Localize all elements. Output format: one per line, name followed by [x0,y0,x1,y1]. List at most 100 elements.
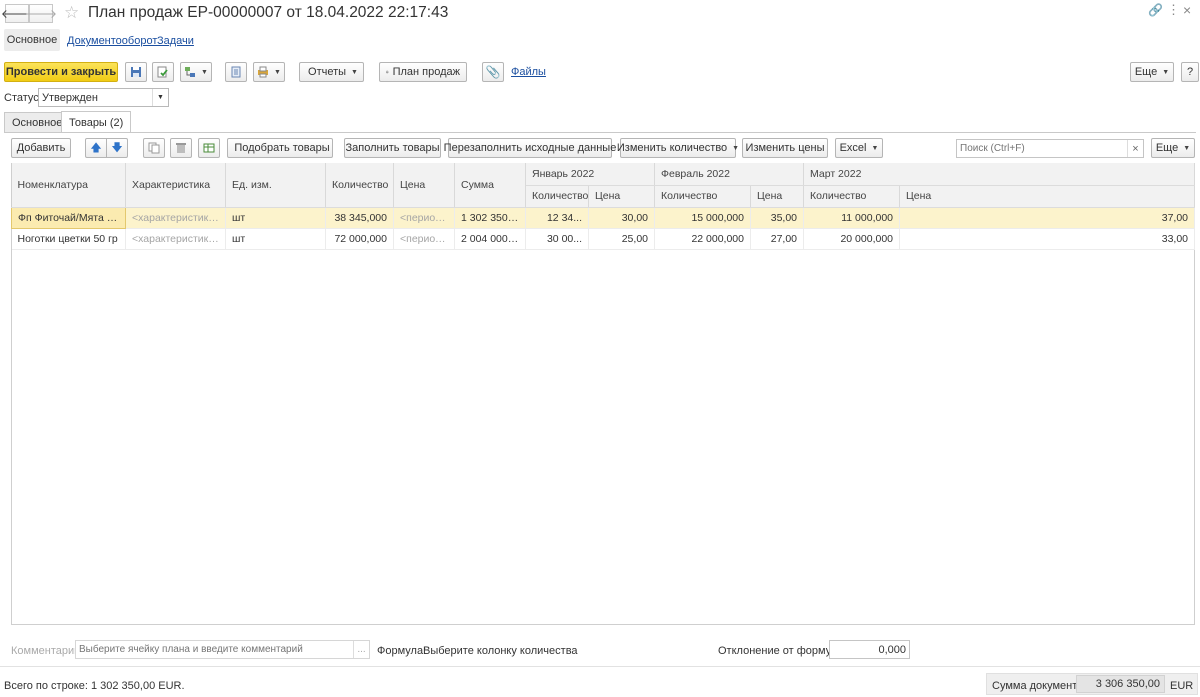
comment-label: Комментарий: [11,645,84,657]
comment-select-button[interactable]: ... [353,641,369,658]
excel-label: Excel [839,142,867,154]
col-header-february[interactable]: Февраль 2022 [654,163,805,186]
cell-feb-qty[interactable]: 15 000,000 [654,207,751,229]
search-clear-icon[interactable]: × [1127,140,1143,157]
move-up-button[interactable]: 🡅 [85,138,107,158]
change-prices-button[interactable]: Изменить цены [742,138,828,158]
save-button[interactable] [125,62,147,82]
cell-unit[interactable]: шт [225,228,326,250]
fill-goods-button[interactable]: Заполнить товары [344,138,441,158]
cell-feb-price[interactable]: 27,00 [750,228,805,250]
cell-nomenclature[interactable]: Фп Фиточай/Мята (Ф... [11,206,126,229]
files-link[interactable]: Файлы [511,66,546,78]
subtab-goods[interactable]: Товары (2) [61,111,132,133]
delete-row-button[interactable] [170,138,192,158]
cell-price[interactable]: <период... [393,228,455,250]
col-header-march[interactable]: Март 2022 [803,163,1196,186]
list-button[interactable] [225,62,247,82]
forward-button[interactable]: 🡒 [25,4,57,23]
col-header-january[interactable]: Январь 2022 [525,163,655,186]
tab-main[interactable]: Основное [4,29,60,51]
col-header-mar-qty[interactable]: Количество [803,185,901,208]
comment-input[interactable]: ... [75,640,370,659]
cell-characteristic[interactable]: <характеристики ... [125,207,226,229]
cell-mar-price[interactable]: 37,00 [899,207,1196,229]
attach-button[interactable]: 📎 [482,62,504,82]
col-header-characteristic[interactable]: Характеристика [125,163,226,208]
pick-goods-button[interactable]: Подобрать товары [227,138,333,158]
search-field[interactable] [957,140,1125,157]
cell-nomenclature[interactable]: Ноготки цветки 50 гр [11,228,126,250]
table-row[interactable]: Ноготки цветки 50 гр <характеристики ...… [11,228,1196,250]
structure-button[interactable]: ▼ [180,62,212,82]
cell-quantity[interactable]: 38 345,000 [325,207,394,229]
col-header-mar-price[interactable]: Цена [899,185,1196,208]
formula-value: Выберите колонку количества [423,645,578,657]
excel-button[interactable]: Excel ▼ [835,138,883,158]
col-header-sum[interactable]: Сумма [454,163,526,208]
reports-button[interactable]: Отчеты ▼ [299,62,364,82]
post-and-close-button[interactable]: Провести и закрыть [4,62,118,82]
cell-mar-qty[interactable]: 20 000,000 [803,228,901,250]
col-header-quantity[interactable]: Количество [325,163,394,208]
col-header-feb-price[interactable]: Цена [750,185,805,208]
table-more-button[interactable]: Еще ▼ [1151,138,1195,158]
favorite-star[interactable]: ☆ [64,3,79,23]
col-header-feb-qty[interactable]: Количество [654,185,751,208]
move-down-button[interactable]: 🡇 [106,138,128,158]
cell-sum[interactable]: 1 302 350,00 [454,207,526,229]
copy-row-button[interactable] [143,138,165,158]
close-button[interactable]: × [1183,2,1191,18]
cell-quantity[interactable]: 72 000,000 [325,228,394,250]
chevron-down-icon[interactable]: ▼ [152,89,168,106]
table-row[interactable]: Фп Фиточай/Мята (Ф... <характеристики ..… [11,206,1196,229]
delete-icon [176,143,186,153]
cell-jan-price[interactable]: 25,00 [588,228,655,250]
change-quantity-button[interactable]: Изменить количество ▼ [616,138,739,158]
search-input[interactable]: × [956,139,1144,158]
cell-price[interactable]: <период... [393,207,455,229]
link-button[interactable]: 🔗 [1148,3,1163,17]
cell-feb-qty[interactable]: 22 000,000 [654,228,751,250]
formula-label: Формула: [377,645,427,657]
cell-feb-price[interactable]: 35,00 [750,207,805,229]
doc-currency: EUR [1170,680,1194,692]
cell-mar-price[interactable]: 33,00 [899,228,1196,250]
save-icon [131,67,141,77]
col-header-nomenclature[interactable]: Номенклатура [11,163,126,208]
window-title: План продаж ЕР-00000007 от 18.04.2022 22… [88,4,449,21]
fill-goods-label: Заполнить товары [345,142,440,154]
post-and-close-label: Провести и закрыть [5,66,117,78]
add-button[interactable]: Добавить [11,138,71,158]
cell-sum[interactable]: 2 004 000,00 [454,228,526,250]
cell-unit[interactable]: шт [225,207,326,229]
status-select[interactable]: Утвержден ▼ [38,88,169,107]
star-icon: ☆ [64,3,80,22]
close-icon: × [1183,2,1192,18]
cell-characteristic[interactable]: <характеристики ... [125,228,226,250]
sales-plan-print-button[interactable]: План продаж [379,62,467,82]
cell-jan-price[interactable]: 30,00 [588,207,655,229]
window-menu-button[interactable]: ⋮ [1167,2,1180,18]
cell-jan-qty[interactable]: 12 34... [525,207,589,229]
cell-jan-qty[interactable]: 30 00... [525,228,589,250]
more-icon: ⋮ [1167,2,1180,17]
print-menu-button[interactable]: ▼ [253,62,285,82]
cell-mar-qty[interactable]: 11 000,000 [803,207,901,229]
tab-tasks[interactable]: Задачи [157,35,194,47]
col-header-jan-price[interactable]: Цена [588,185,655,208]
table-settings-button[interactable] [198,138,220,158]
refill-label: Перезаполнить исходные данные [443,142,617,154]
refill-source-data-button[interactable]: Перезаполнить исходные данные [444,138,616,158]
col-header-unit[interactable]: Ед. изм. [225,163,326,208]
change-quantity-label: Изменить количество [616,142,728,154]
col-header-price[interactable]: Цена [393,163,455,208]
arrow-right-icon: 🡒 [24,7,58,21]
col-header-jan-qty[interactable]: Количество [525,185,589,208]
deviation-input[interactable]: 0,000 [829,640,910,659]
help-button[interactable]: ? [1181,62,1199,82]
post-button[interactable] [152,62,174,82]
more-button[interactable]: Еще ▼ [1130,62,1174,82]
tab-document-flow[interactable]: Документооборот [67,35,157,47]
comment-field[interactable] [76,641,351,658]
